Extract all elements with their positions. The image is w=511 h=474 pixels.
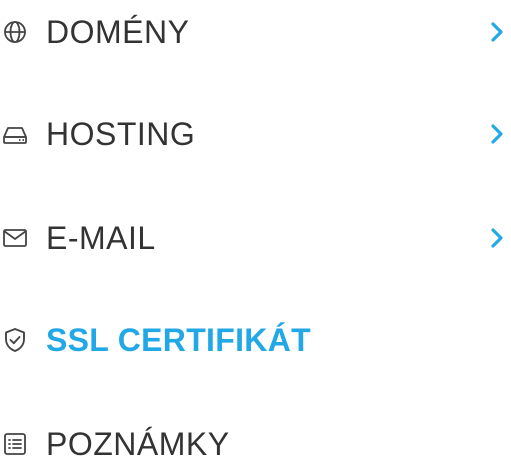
shield-check-icon	[2, 327, 28, 353]
menu-item-label: HOSTING	[46, 115, 196, 152]
menu-item-label: SSL CERTIFIKÁT	[46, 321, 311, 358]
hard-drive-icon	[2, 121, 28, 147]
side-menu: DOMÉNY HOSTING E-MAIL SSL CERTIFIKÁT POZ…	[0, 0, 511, 465]
menu-item-label: E-MAIL	[46, 219, 156, 256]
chevron-right-icon[interactable]	[487, 226, 507, 250]
globe-icon	[2, 19, 28, 45]
list-icon	[2, 431, 28, 457]
menu-item-domeny[interactable]: DOMÉNY	[0, 2, 511, 62]
chevron-right-icon[interactable]	[487, 122, 507, 146]
menu-item-label: POZNÁMKY	[46, 425, 230, 462]
menu-item-label: DOMÉNY	[46, 13, 190, 50]
envelope-icon	[2, 225, 28, 251]
menu-item-poznamky[interactable]: POZNÁMKY	[0, 414, 511, 474]
menu-item-ssl-certifikat[interactable]: SSL CERTIFIKÁT	[0, 310, 511, 370]
menu-item-email[interactable]: E-MAIL	[0, 208, 511, 268]
menu-item-hosting[interactable]: HOSTING	[0, 104, 511, 164]
chevron-right-icon[interactable]	[487, 20, 507, 44]
